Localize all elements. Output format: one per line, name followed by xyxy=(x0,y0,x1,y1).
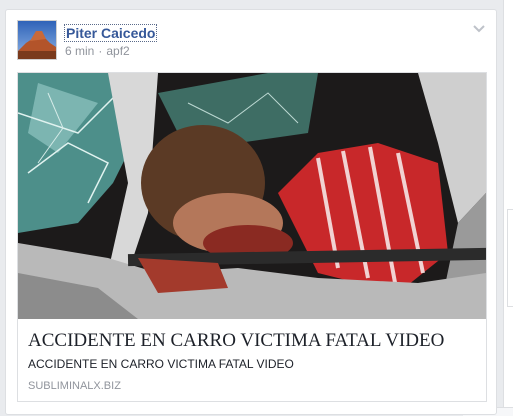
link-domain: SUBLIMINALX.BIZ xyxy=(28,380,121,392)
link-description: ACCIDENTE EN CARRO VICTIMA FATAL VIDEO xyxy=(28,357,294,371)
chevron-down-icon[interactable] xyxy=(472,22,486,34)
link-preview-card[interactable]: ACCIDENTE EN CARRO VICTIMA FATAL VIDEO A… xyxy=(17,72,487,402)
post-via-app[interactable]: apf2 xyxy=(106,44,129,58)
avatar[interactable] xyxy=(17,20,57,60)
post-author-name[interactable]: Piter Caicedo xyxy=(64,24,158,42)
right-column-edge xyxy=(503,0,513,415)
right-column-block xyxy=(507,209,513,307)
link-title[interactable]: ACCIDENTE EN CARRO VICTIMA FATAL VIDEO xyxy=(28,330,476,352)
post-timestamp[interactable]: 6 min xyxy=(65,44,94,58)
post-meta: 6 min · apf2 xyxy=(65,44,130,58)
feed-post: Piter Caicedo 6 min · apf2 ACCIDENTE EN … xyxy=(5,9,497,415)
meta-separator: · xyxy=(98,44,103,58)
link-preview-image[interactable] xyxy=(18,73,486,319)
